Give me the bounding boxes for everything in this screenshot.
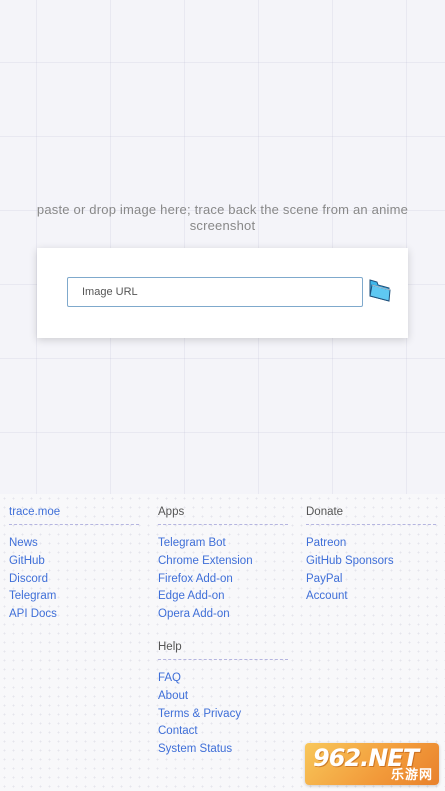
- footer-link-news[interactable]: News: [9, 535, 139, 553]
- footer-link-discord[interactable]: Discord: [9, 571, 139, 589]
- footer-link-opera-addon[interactable]: Opera Add-on: [158, 606, 288, 624]
- footer-column-trace-moe: trace.moe News GitHub Discord Telegram A…: [9, 504, 139, 624]
- footer-link-edge-addon[interactable]: Edge Add-on: [158, 588, 288, 606]
- footer-column-donate: Donate Patreon GitHub Sponsors PayPal Ac…: [306, 504, 436, 606]
- footer-column-apps: Apps Telegram Bot Chrome Extension Firef…: [158, 504, 288, 624]
- footer-link-firefox-addon[interactable]: Firefox Add-on: [158, 571, 288, 589]
- hero-text: paste or drop image here; trace back the…: [36, 202, 409, 233]
- image-url-input[interactable]: [67, 277, 363, 307]
- footer-home-link[interactable]: trace.moe: [9, 504, 139, 525]
- footer-link-github-sponsors[interactable]: GitHub Sponsors: [306, 553, 436, 571]
- watermark-sub-text: 乐游网: [390, 768, 433, 783]
- footer-link-telegram-bot[interactable]: Telegram Bot: [158, 535, 288, 553]
- footer-link-github[interactable]: GitHub: [9, 553, 139, 571]
- footer-heading-apps: Apps: [158, 504, 288, 525]
- footer-link-faq[interactable]: FAQ: [158, 670, 288, 688]
- footer-link-chrome-extension[interactable]: Chrome Extension: [158, 553, 288, 571]
- footer-link-patreon[interactable]: Patreon: [306, 535, 436, 553]
- footer-link-terms-privacy[interactable]: Terms & Privacy: [158, 706, 288, 724]
- footer-link-about[interactable]: About: [158, 688, 288, 706]
- footer-heading-help: Help: [158, 639, 288, 660]
- footer-link-contact[interactable]: Contact: [158, 723, 288, 741]
- footer-heading-donate: Donate: [306, 504, 436, 525]
- footer-column-help: Help FAQ About Terms & Privacy Contact S…: [158, 639, 288, 759]
- search-card: [37, 248, 408, 338]
- footer-link-paypal[interactable]: PayPal: [306, 571, 436, 589]
- watermark-logo: 962.NET 乐游网: [305, 743, 439, 785]
- folder-icon[interactable]: [369, 277, 391, 303]
- footer-link-api-docs[interactable]: API Docs: [9, 606, 139, 624]
- footer-link-account[interactable]: Account: [306, 588, 436, 606]
- footer-link-telegram[interactable]: Telegram: [9, 588, 139, 606]
- footer-link-system-status[interactable]: System Status: [158, 741, 288, 759]
